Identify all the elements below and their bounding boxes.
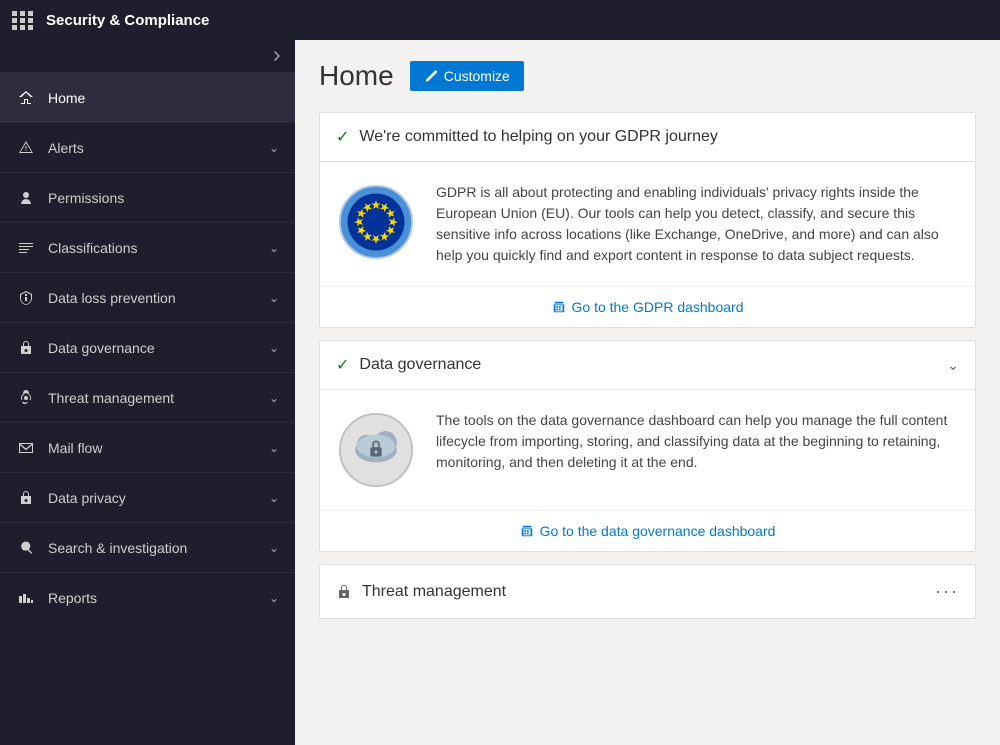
sidebar-item-permissions-label: Permissions — [48, 190, 279, 206]
customize-button[interactable]: Customize — [410, 61, 524, 91]
threat-management-card: Threat management ··· — [319, 564, 976, 619]
chevron-down-icon: ⌄ — [269, 441, 279, 455]
chevron-down-icon: ⌄ — [269, 141, 279, 155]
sidebar-item-threat-label: Threat management — [48, 390, 269, 406]
classifications-icon — [16, 238, 36, 258]
sidebar-item-dlp-label: Data loss prevention — [48, 290, 269, 306]
sidebar-item-privacy-label: Data privacy — [48, 490, 269, 506]
gdpr-card-text: GDPR is all about protecting and enablin… — [436, 182, 959, 266]
sidebar-item-dg-label: Data governance — [48, 340, 269, 356]
privacy-lock-icon — [16, 488, 36, 508]
sidebar-item-classifications-label: Classifications — [48, 240, 269, 256]
data-governance-card: ✓ Data governance ⌄ — [319, 340, 976, 552]
data-governance-card-body: The tools on the data governance dashboa… — [320, 390, 975, 510]
mail-icon — [16, 438, 36, 458]
app-launcher-icon[interactable] — [12, 11, 34, 30]
data-governance-dashboard-link[interactable]: Go to the data governance dashboard — [520, 523, 776, 539]
sidebar-item-alerts[interactable]: Alerts ⌄ — [0, 122, 295, 172]
data-governance-image — [336, 410, 416, 490]
sidebar-item-threat-management[interactable]: Threat management ⌄ — [0, 372, 295, 422]
data-governance-card-footer: Go to the data governance dashboard — [320, 510, 975, 551]
main-layout: Home Alerts ⌄ Permissions — [0, 40, 1000, 745]
sidebar-item-home[interactable]: Home — [0, 72, 295, 122]
lock-icon — [16, 338, 36, 358]
more-options-icon[interactable]: ··· — [935, 581, 959, 602]
person-icon — [16, 188, 36, 208]
sidebar-item-permissions[interactable]: Permissions — [0, 172, 295, 222]
home-icon — [16, 88, 36, 108]
dashboard-link-icon — [552, 300, 566, 314]
topbar: Security & Compliance — [0, 0, 1000, 40]
lock-shield-icon — [16, 288, 36, 308]
chart-icon — [16, 588, 36, 608]
data-governance-card-header[interactable]: ✓ Data governance ⌄ — [320, 341, 975, 389]
gdpr-card: ✓ We're committed to helping on your GDP… — [319, 112, 976, 328]
sidebar-collapse-button[interactable] — [0, 40, 295, 72]
data-governance-card-text: The tools on the data governance dashboa… — [436, 410, 959, 473]
sidebar-item-data-loss-prevention[interactable]: Data loss prevention ⌄ — [0, 272, 295, 322]
lock-icon — [336, 584, 352, 600]
gdpr-dashboard-link[interactable]: Go to the GDPR dashboard — [552, 299, 744, 315]
sidebar-item-data-privacy[interactable]: Data privacy ⌄ — [0, 472, 295, 522]
threat-management-card-title: Threat management — [362, 583, 925, 601]
sidebar-item-search-investigation[interactable]: Search & investigation ⌄ — [0, 522, 295, 572]
sidebar: Home Alerts ⌄ Permissions — [0, 40, 295, 745]
threat-management-card-header[interactable]: Threat management ··· — [320, 565, 975, 618]
gdpr-card-header: ✓ We're committed to helping on your GDP… — [320, 113, 975, 161]
page-header: Home Customize — [319, 60, 976, 92]
eu-flag-image — [336, 182, 416, 262]
chevron-down-icon: ⌄ — [269, 541, 279, 555]
checkmark-icon: ✓ — [336, 355, 349, 375]
sidebar-item-mail-label: Mail flow — [48, 440, 269, 456]
sidebar-item-classifications[interactable]: Classifications ⌄ — [0, 222, 295, 272]
sidebar-item-home-label: Home — [48, 90, 279, 106]
dashboard-link-icon — [520, 524, 534, 538]
chevron-down-icon: ⌄ — [269, 341, 279, 355]
collapse-chevron-icon: ⌄ — [947, 357, 959, 374]
main-content: Home Customize ✓ We're committed to help… — [295, 40, 1000, 745]
sidebar-item-alerts-label: Alerts — [48, 140, 269, 156]
chevron-down-icon: ⌄ — [269, 491, 279, 505]
chevron-down-icon: ⌄ — [269, 291, 279, 305]
search-icon — [16, 538, 36, 558]
gdpr-card-footer: Go to the GDPR dashboard — [320, 286, 975, 327]
chevron-down-icon: ⌄ — [269, 591, 279, 605]
sidebar-item-mail-flow[interactable]: Mail flow ⌄ — [0, 422, 295, 472]
chevron-down-icon: ⌄ — [269, 391, 279, 405]
sidebar-item-reports[interactable]: Reports ⌄ — [0, 572, 295, 622]
sidebar-item-data-governance[interactable]: Data governance ⌄ — [0, 322, 295, 372]
biohazard-icon — [16, 388, 36, 408]
sidebar-item-search-label: Search & investigation — [48, 540, 269, 556]
alert-icon — [16, 138, 36, 158]
checkmark-icon: ✓ — [336, 127, 349, 147]
chevron-down-icon: ⌄ — [269, 241, 279, 255]
page-title: Home — [319, 60, 394, 92]
data-governance-card-title: Data governance — [359, 356, 937, 374]
app-title: Security & Compliance — [46, 12, 209, 29]
gdpr-card-title: We're committed to helping on your GDPR … — [359, 128, 959, 146]
edit-icon — [424, 69, 438, 83]
gdpr-card-body: GDPR is all about protecting and enablin… — [320, 162, 975, 286]
sidebar-item-reports-label: Reports — [48, 590, 269, 606]
